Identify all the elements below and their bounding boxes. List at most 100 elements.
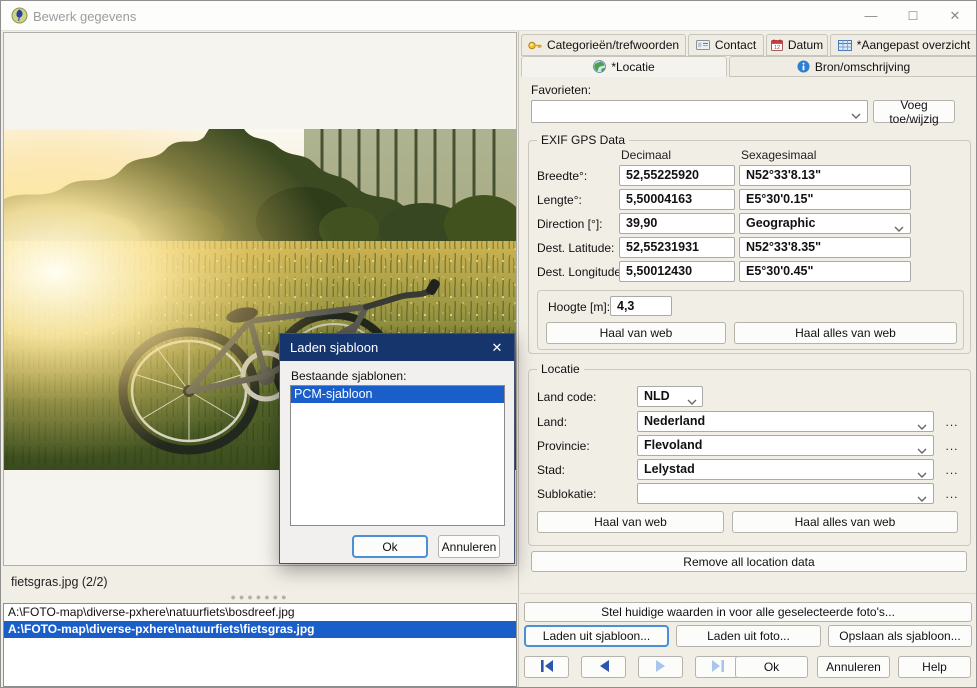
previous-photo-button[interactable] — [581, 656, 626, 678]
list-item[interactable]: A:\FOTO-map\diverse-pxhere\natuurfiets\b… — [4, 604, 516, 621]
svg-text:12: 12 — [774, 45, 780, 51]
chevron-down-icon — [917, 491, 927, 503]
favorites-label: Favorieten: — [531, 83, 592, 97]
table-icon — [837, 39, 852, 51]
tab-bar-row2: *Locatie Bron/omschrijving — [521, 56, 976, 77]
save-as-template-button[interactable]: Opslaan als sjabloon... — [828, 625, 972, 647]
window-title: Bewerk gegevens — [33, 9, 137, 24]
cancel-button[interactable]: Annuleren — [817, 656, 890, 678]
direction-decimal-field[interactable]: 39,90 — [619, 213, 735, 234]
list-item-selected[interactable]: A:\FOTO-map\diverse-pxhere\natuurfiets\f… — [4, 621, 516, 638]
set-all-values-button[interactable]: Stel huidige waarden in voor alle gesele… — [524, 602, 972, 622]
direction-type-value: Geographic — [746, 216, 816, 230]
splitter-grip[interactable]: ●●●●●●● — [3, 593, 517, 602]
dialog-close-icon[interactable]: ✕ — [480, 334, 514, 361]
tab-date[interactable]: 12 Datum — [766, 34, 828, 56]
ok-button[interactable]: Ok — [735, 656, 808, 678]
longitude-sexagesimal-field[interactable]: E5°30'0.15" — [739, 189, 911, 210]
country-code-label: Land code: — [537, 390, 597, 404]
maximize-button[interactable]: ☐ — [892, 1, 934, 31]
close-button[interactable]: ✕ — [934, 1, 976, 31]
gps-groupbox: EXIF GPS Data Decimaal Sexagesimaal Bree… — [528, 133, 971, 354]
altitude-subpanel: Hoogte [m]: 4,3 Haal van web Haal alles … — [537, 290, 964, 350]
location-fetch-all-web-button[interactable]: Haal alles van web — [732, 511, 958, 533]
sublocation-label: Sublokatie: — [537, 487, 597, 501]
next-photo-button[interactable] — [638, 656, 683, 678]
help-button[interactable]: Help — [898, 656, 971, 678]
sublocation-more-button[interactable]: ... — [941, 487, 963, 501]
gps-fetch-web-button[interactable]: Haal van web — [546, 322, 726, 344]
city-more-button[interactable]: ... — [941, 463, 963, 477]
dest-longitude-decimal-field[interactable]: 5,50012430 — [619, 261, 735, 282]
remove-location-data-button[interactable]: Remove all location data — [531, 551, 967, 572]
load-template-dialog: Laden sjabloon ✕ Bestaande sjablonen: PC… — [279, 333, 515, 564]
country-combobox[interactable]: Nederland — [637, 411, 934, 432]
dialog-title: Laden sjabloon — [290, 340, 379, 355]
country-code-combobox[interactable]: NLD — [637, 386, 703, 407]
tab-location-active[interactable]: *Locatie — [521, 56, 727, 77]
current-file-status: fietsgras.jpg (2/2) — [11, 575, 108, 589]
dest-latitude-decimal-field[interactable]: 52,55231931 — [619, 237, 735, 258]
tab-categories[interactable]: Categorieën/trefwoorden — [521, 34, 686, 56]
longitude-decimal-field[interactable]: 5,50004163 — [619, 189, 735, 210]
key-icon — [528, 40, 542, 51]
calendar-icon: 12 — [770, 39, 783, 51]
dest-longitude-sexagesimal-field[interactable]: E5°30'0.45" — [739, 261, 911, 282]
province-combobox[interactable]: Flevoland — [637, 435, 934, 456]
dest-latitude-label: Dest. Latitude: — [537, 241, 615, 255]
country-label: Land: — [537, 415, 568, 429]
favorites-combobox[interactable] — [531, 100, 868, 123]
city-value: Lelystad — [644, 462, 695, 476]
tab-source-description[interactable]: Bron/omschrijving — [729, 56, 976, 77]
load-from-template-button[interactable]: Laden uit sjabloon... — [524, 625, 669, 647]
chevron-down-icon — [917, 443, 927, 455]
dest-latitude-sexagesimal-field[interactable]: N52°33'8.35" — [739, 237, 911, 258]
minimize-button[interactable]: — — [850, 1, 892, 31]
province-value: Flevoland — [644, 438, 703, 452]
add-favorite-button[interactable]: Voeg toe/wijzig — [873, 98, 955, 126]
last-photo-button[interactable] — [695, 656, 740, 678]
first-photo-button[interactable] — [524, 656, 569, 678]
template-list-item-selected[interactable]: PCM-sjabloon — [291, 386, 504, 403]
contact-card-icon — [695, 40, 710, 50]
tab-label: *Aangepast overzicht — [856, 38, 971, 52]
load-from-photo-button[interactable]: Laden uit foto... — [676, 625, 821, 647]
location-group-title: Locatie — [537, 362, 584, 376]
sublocation-combobox[interactable] — [637, 483, 934, 504]
tab-label: Categorieën/trefwoorden — [546, 38, 680, 52]
direction-label: Direction [°]: — [537, 217, 603, 231]
country-more-button[interactable]: ... — [941, 415, 963, 429]
tab-label: Contact — [714, 38, 757, 52]
tab-bar-row1: Categorieën/trefwoorden Contact 12 Datum… — [521, 34, 976, 56]
app-icon — [11, 7, 28, 27]
metadata-panel — [518, 31, 976, 687]
latitude-sexagesimal-field[interactable]: N52°33'8.13" — [739, 165, 911, 186]
altitude-field[interactable]: 4,3 — [610, 296, 672, 316]
tab-label: Datum — [787, 38, 824, 52]
file-list: A:\FOTO-map\diverse-pxhere\natuurfiets\b… — [3, 603, 517, 687]
altitude-label: Hoogte [m]: — [548, 300, 611, 314]
city-combobox[interactable]: Lelystad — [637, 459, 934, 480]
tab-custom-overview[interactable]: *Aangepast overzicht — [830, 34, 976, 56]
chevron-down-icon — [687, 394, 697, 406]
info-icon — [797, 60, 810, 73]
decimal-column-header: Decimaal — [621, 148, 672, 162]
dialog-title-bar: Laden sjabloon ✕ — [280, 334, 514, 361]
country-value: Nederland — [644, 414, 706, 428]
tab-contact[interactable]: Contact — [688, 34, 764, 56]
sexagesimal-column-header: Sexagesimaal — [741, 148, 817, 162]
existing-templates-label: Bestaande sjablonen: — [291, 369, 407, 383]
dialog-ok-button[interactable]: Ok — [352, 535, 428, 558]
location-fetch-web-button[interactable]: Haal van web — [537, 511, 724, 533]
title-bar: Bewerk gegevens — ☐ ✕ — [1, 1, 976, 31]
panel-divider — [520, 593, 976, 594]
gps-fetch-all-web-button[interactable]: Haal alles van web — [734, 322, 957, 344]
chevron-down-icon — [851, 108, 861, 122]
templates-listbox: PCM-sjabloon — [290, 385, 505, 526]
globe-icon — [593, 60, 607, 73]
direction-type-combobox[interactable]: Geographic — [739, 213, 911, 234]
dialog-cancel-button[interactable]: Annuleren — [438, 535, 500, 558]
longitude-label: Lengte°: — [537, 193, 582, 207]
latitude-decimal-field[interactable]: 52,55225920 — [619, 165, 735, 186]
province-more-button[interactable]: ... — [941, 439, 963, 453]
